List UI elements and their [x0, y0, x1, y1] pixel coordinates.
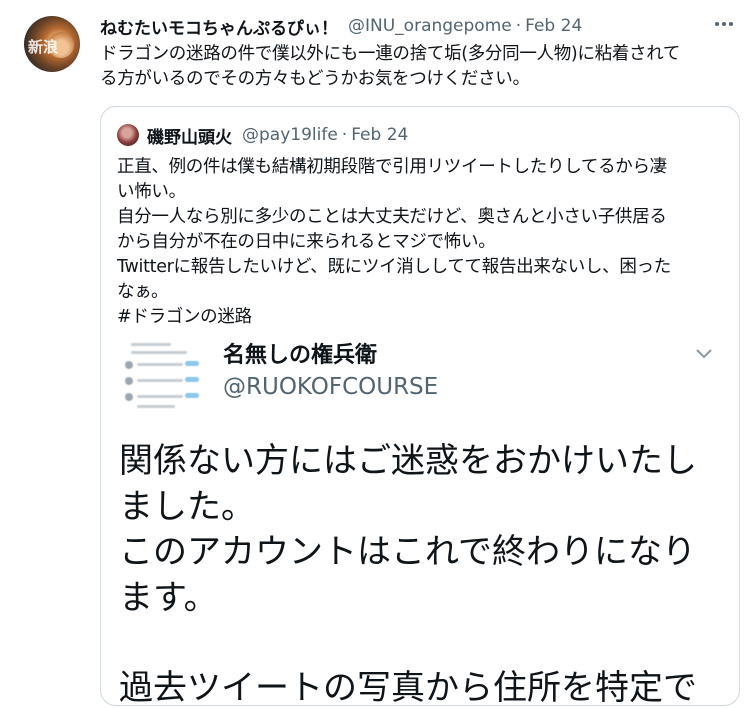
quote-text-line: 自分一人なら別に多少のことは大丈夫だけど、奥さんと小さい子供居る [117, 207, 667, 227]
quote-author-avatar[interactable] [117, 124, 139, 146]
quote-text: 正直、例の件は僕も結構初期段階で引用リツイートしたりしてるから凄 い怖い。 自分… [117, 155, 727, 330]
chevron-down-icon [695, 341, 715, 361]
quote-author-name[interactable]: 磯野山頭火 [147, 123, 232, 148]
quote-date[interactable]: Feb 24 [351, 125, 408, 145]
media-text-line: 過去ツイートの写真から住所を特定で [119, 668, 697, 706]
media-big-text: 関係ない方にはご迷惑をおかけいたし ました。 このアカウントはこれで終わりになり… [119, 439, 719, 706]
screenshot-thumbnail [123, 339, 203, 413]
quote-text-line: い怖い。 [117, 182, 186, 202]
tweet-date[interactable]: Feb 24 [525, 16, 582, 36]
media-text-line [119, 621, 719, 666]
separator-dot: · [515, 16, 522, 36]
avatar-watermark: 新浪 [28, 38, 59, 56]
media-profile-handle: @RUOKOFCOURSE [223, 374, 439, 400]
media-text-line: ました。 [119, 486, 255, 527]
media-text-line: 関係ない方にはご迷惑をおかけいたし [119, 441, 697, 481]
chevron-svg [696, 349, 712, 359]
author-avatar[interactable]: 新浪 [24, 16, 80, 72]
media-text-line: このアカウントはこれで終わりになり [119, 532, 696, 572]
tweet-text-line: ドラゴンの迷路の件で僕以外にも一連の捨て垢(多分同一人物)に粘着されて [100, 44, 681, 64]
media-text-line: ます。 [119, 577, 218, 618]
quote-text-line: なぁ。 [117, 282, 169, 302]
more-icon-svg [715, 22, 733, 26]
hashtag-link[interactable]: #ドラゴンの迷路 [117, 305, 727, 330]
author-handle[interactable]: @INU_orangepome [348, 16, 512, 36]
media-profile-name: 名無しの権兵衛 [223, 343, 378, 368]
quote-text-line: から自分が不在の日中に来られるとマジで怖い。 [117, 232, 496, 252]
quote-header: 磯野山頭火 @pay19life · Feb 24 [117, 123, 408, 148]
quote-text-line: Twitterに報告したいけど、既にツイ消ししてて報告出来ないし、困った [117, 257, 671, 277]
tweet-text-line: る方がいるのでその方々もどうかお気をつけください。 [100, 69, 530, 89]
tweet-header: ねむたいモコちゃんぷるぴぃ！ @INU_orangepome · Feb 24 [100, 12, 730, 40]
separator-dot: · [341, 125, 348, 145]
quote-media-image[interactable]: 名無しの権兵衛 @RUOKOFCOURSE 関係ない方にはご迷惑をおかけいたし … [117, 329, 739, 706]
quoted-tweet[interactable]: 磯野山頭火 @pay19life · Feb 24 正直、例の件は僕も結構初期段… [100, 106, 740, 706]
quote-text-line: 正直、例の件は僕も結構初期段階で引用リツイートしたりしてるから凄 [117, 157, 667, 177]
tweet-text: ドラゴンの迷路の件で僕以外にも一連の捨て垢(多分同一人物)に粘着されて る方がい… [100, 42, 740, 92]
author-name[interactable]: ねむたいモコちゃんぷるぴぃ！ [100, 14, 338, 39]
more-horizontal-icon[interactable] [712, 14, 736, 34]
quote-author-handle[interactable]: @pay19life [242, 125, 338, 145]
